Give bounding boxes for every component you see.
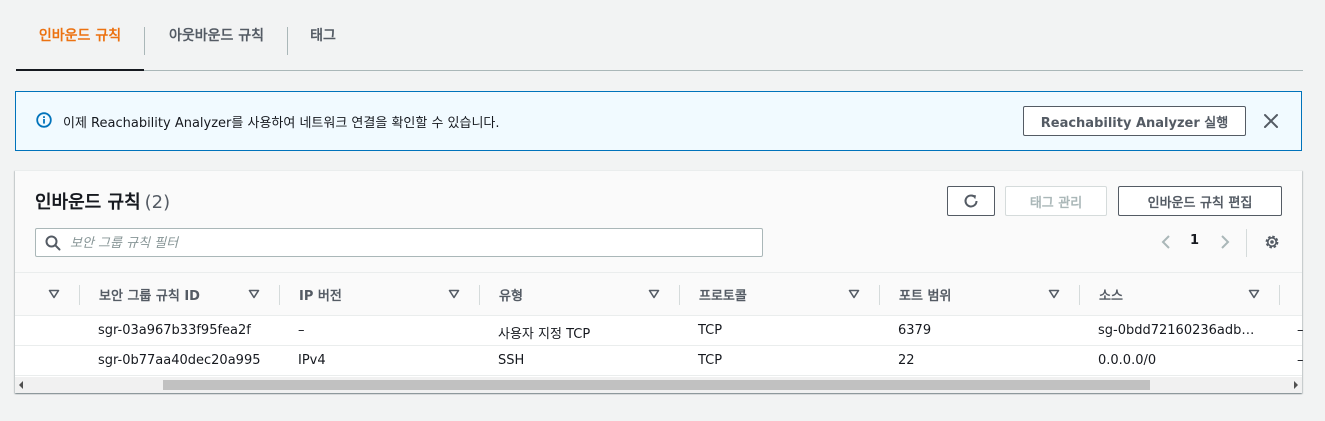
security-group-rules-page: 인바운드 규칙 아웃바운드 규칙 태그 이제 Reachability Anal… bbox=[0, 0, 1325, 421]
cell-type: 사용자 지정 TCP bbox=[498, 327, 591, 342]
cell-source[interactable]: sg-0bdd72160236adb… bbox=[1098, 323, 1254, 338]
cell-type: SSH bbox=[498, 353, 525, 368]
cell-port-range: 6379 bbox=[898, 323, 932, 338]
column-header-rule-id[interactable]: 보안 그룹 규칙 ID bbox=[99, 273, 200, 316]
scrollbar-thumb[interactable] bbox=[163, 380, 1150, 390]
sort-caret-icon[interactable] bbox=[848, 289, 860, 299]
column-header-type[interactable]: 유형 bbox=[499, 273, 523, 316]
column-divider[interactable] bbox=[479, 285, 480, 305]
cell-rule-id: sgr-03a967b33f95fea2f bbox=[98, 323, 251, 338]
cell-protocol: TCP bbox=[698, 353, 723, 368]
sort-caret-icon[interactable] bbox=[448, 289, 460, 299]
column-divider[interactable] bbox=[1279, 285, 1280, 305]
panel-title-text: 인바운드 규칙 bbox=[35, 192, 141, 213]
sort-caret-icon[interactable] bbox=[1048, 289, 1060, 299]
scroll-left-arrow-icon[interactable] bbox=[19, 381, 23, 389]
cell-overflow: – bbox=[1297, 353, 1304, 368]
tab-inbound-rules[interactable]: 인바운드 규칙 bbox=[16, 0, 144, 71]
panel-title: 인바운드 규칙 (2) bbox=[35, 188, 170, 214]
column-divider[interactable] bbox=[879, 285, 880, 305]
cell-source: 0.0.0.0/0 bbox=[1098, 353, 1157, 368]
run-reachability-analyzer-button[interactable]: Reachability Analyzer 실행 bbox=[1023, 106, 1246, 136]
tab-outbound-rules-label: 아웃바운드 규칙 bbox=[168, 28, 265, 44]
edit-inbound-rules-button[interactable]: 인바운드 규칙 편집 bbox=[1118, 186, 1282, 216]
column-divider[interactable] bbox=[679, 285, 680, 305]
table-row[interactable]: sgr-03a967b33f95fea2f – 사용자 지정 TCP TCP 6… bbox=[15, 316, 1304, 346]
info-icon bbox=[36, 112, 52, 128]
cell-overflow: – bbox=[1297, 323, 1304, 338]
column-divider bbox=[79, 285, 80, 305]
sort-caret-icon[interactable] bbox=[648, 289, 660, 299]
search-input[interactable] bbox=[70, 233, 750, 253]
sort-caret-icon[interactable] bbox=[248, 289, 260, 299]
cell-ip-version: – bbox=[298, 323, 305, 338]
horizontal-scrollbar[interactable] bbox=[15, 377, 1302, 393]
column-header-port-range[interactable]: 포트 범위 bbox=[899, 273, 951, 316]
table-header: 보안 그룹 규칙 ID IP 버전 유형 프로토콜 포트 범위 소스 bbox=[15, 272, 1302, 316]
refresh-button[interactable] bbox=[947, 186, 995, 216]
pager-divider bbox=[1246, 229, 1247, 257]
table-row[interactable]: sgr-0b77aa40dec20a995 IPv4 SSH TCP 22 0.… bbox=[15, 346, 1304, 376]
close-icon[interactable] bbox=[1261, 111, 1281, 131]
search-icon bbox=[45, 235, 61, 251]
sort-caret-icon[interactable] bbox=[1248, 289, 1260, 299]
tab-inbound-rules-label: 인바운드 규칙 bbox=[38, 27, 122, 44]
chevron-right-icon[interactable] bbox=[1218, 234, 1232, 250]
column-header-protocol[interactable]: 프로토콜 bbox=[699, 273, 747, 316]
cell-protocol: TCP bbox=[698, 323, 723, 338]
scroll-right-arrow-icon[interactable] bbox=[1294, 381, 1298, 389]
tab-tags-label: 태그 bbox=[310, 28, 336, 44]
cell-port-range: 22 bbox=[898, 353, 915, 368]
tab-tags[interactable]: 태그 bbox=[288, 0, 358, 70]
column-divider[interactable] bbox=[1079, 285, 1080, 305]
info-flash-banner: 이제 Reachability Analyzer를 사용하여 네트워크 연결을 … bbox=[15, 91, 1302, 151]
column-header-source[interactable]: 소스 bbox=[1099, 273, 1123, 316]
manage-tags-button[interactable]: 태그 관리 bbox=[1005, 186, 1107, 216]
column-header-ip-version[interactable]: IP 버전 bbox=[299, 273, 342, 316]
cell-ip-version: IPv4 bbox=[298, 353, 326, 368]
cell-rule-id: sgr-0b77aa40dec20a995 bbox=[98, 353, 261, 368]
panel-header: 인바운드 규칙(2) 태그 관리 인바운드 규칙 편집 1 bbox=[15, 171, 1302, 272]
column-divider[interactable] bbox=[279, 285, 280, 305]
tab-bar: 인바운드 규칙 아웃바운드 규칙 태그 bbox=[16, 0, 1303, 71]
rule-count: (2) bbox=[144, 192, 171, 213]
rule-filter-search bbox=[35, 228, 763, 257]
current-page-number[interactable]: 1 bbox=[1190, 233, 1199, 248]
flash-message: 이제 Reachability Analyzer를 사용하여 네트워크 연결을 … bbox=[63, 116, 500, 131]
inbound-rules-panel: 인바운드 규칙(2) 태그 관리 인바운드 규칙 편집 1 bbox=[15, 170, 1304, 393]
tab-outbound-rules[interactable]: 아웃바운드 규칙 bbox=[145, 0, 288, 70]
sort-caret-icon[interactable] bbox=[48, 289, 60, 299]
gear-icon[interactable] bbox=[1263, 233, 1281, 251]
chevron-left-icon[interactable] bbox=[1159, 234, 1173, 250]
refresh-icon bbox=[964, 194, 978, 208]
